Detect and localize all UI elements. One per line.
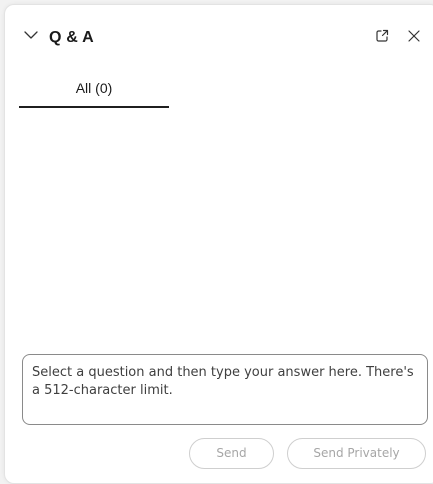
tab-all[interactable]: All (0) (19, 72, 169, 108)
close-icon[interactable] (405, 27, 423, 45)
tab-selected-indicator (19, 106, 169, 108)
question-list (19, 112, 424, 348)
pop-out-icon[interactable] (373, 27, 391, 45)
send-privately-button[interactable]: Send Privately (287, 438, 426, 469)
tab-all-label: All (0) (75, 80, 113, 96)
panel-title: Q & A (49, 29, 94, 46)
qa-header: Q & A (0, 0, 433, 74)
answer-input[interactable] (22, 354, 428, 425)
chevron-down-icon[interactable] (22, 28, 40, 42)
send-button[interactable]: Send (189, 438, 274, 469)
